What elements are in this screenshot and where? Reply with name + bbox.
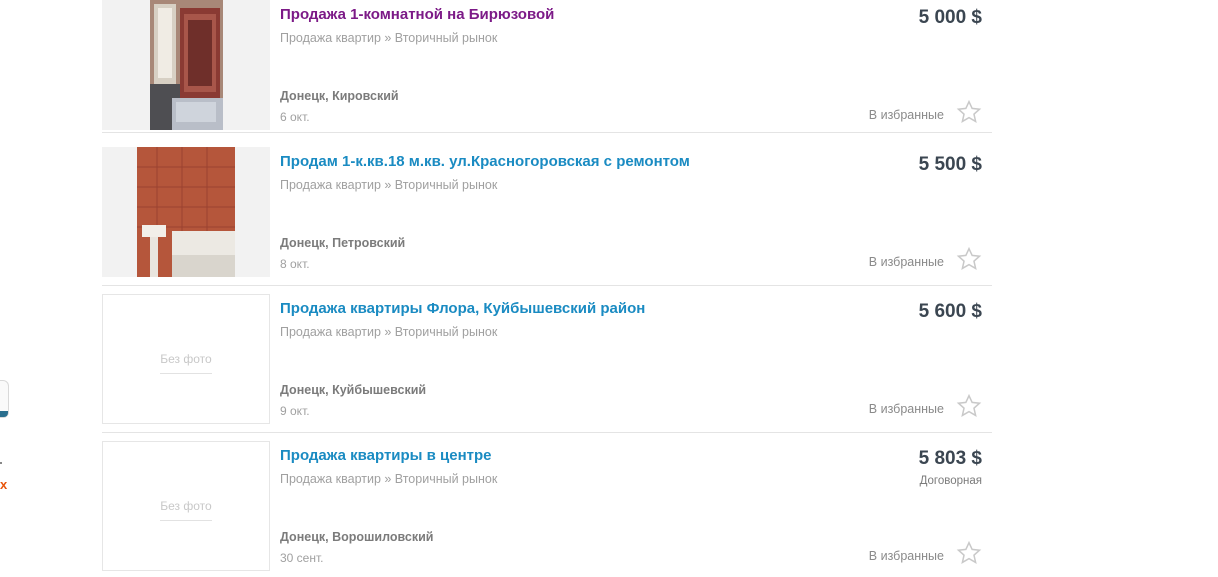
add-to-favorites-link[interactable]: В избранные: [869, 108, 944, 122]
room-photo-image: [150, 0, 223, 130]
listing-price: 5 600 $: [918, 301, 982, 322]
add-to-favorites-link[interactable]: В избранные: [869, 402, 944, 416]
listing-photo[interactable]: [102, 147, 270, 277]
listing-price: 5 000 $: [918, 7, 982, 28]
listing-location: Донецк, Ворошиловский: [280, 530, 434, 544]
listing-date: 30 сент.: [280, 551, 324, 565]
add-to-favorites-link[interactable]: В избранные: [869, 255, 944, 269]
listing-photo-placeholder[interactable]: Без фото: [102, 294, 270, 424]
bathroom-photo-image: [137, 147, 235, 277]
star-icon[interactable]: [956, 99, 982, 125]
side-dot: [0, 462, 2, 464]
listing-item: Продажа 1-комнатной на Бирюзовой Продажа…: [102, 0, 992, 133]
listing-photo[interactable]: [102, 0, 270, 130]
negotiable-label: Договорная: [919, 475, 982, 487]
listing-item: Продам 1-к.кв.18 м.кв. ул.Красногоровска…: [102, 147, 992, 286]
side-widget-fragment[interactable]: [0, 380, 9, 418]
listing-photo-placeholder[interactable]: Без фото: [102, 441, 270, 571]
no-photo-label: Без фото: [160, 352, 212, 366]
listing-date: 8 окт.: [280, 257, 310, 271]
listing-location: Донецк, Кировский: [280, 89, 399, 103]
listing-price: 5 803 $: [918, 448, 982, 469]
add-to-favorites-link[interactable]: В избранные: [869, 549, 944, 563]
listing-date: 6 окт.: [280, 110, 310, 124]
listing-category: Продажа квартир » Вторичный рынок: [280, 325, 498, 339]
listing-title-link[interactable]: Продажа квартиры в центре: [280, 447, 492, 464]
listing-category: Продажа квартир » Вторичный рынок: [280, 472, 498, 486]
listing-category: Продажа квартир » Вторичный рынок: [280, 178, 498, 192]
listing-date: 9 окт.: [280, 404, 310, 418]
no-photo-underline: [160, 373, 212, 374]
listing-item: Без фото Продажа квартиры в центре Прода…: [102, 441, 992, 577]
star-icon[interactable]: [956, 246, 982, 272]
star-icon[interactable]: [956, 540, 982, 566]
side-link-fragment[interactable]: х: [0, 477, 7, 493]
listing-item: Без фото Продажа квартиры Флора, Куйбыше…: [102, 294, 992, 433]
side-widget-bar: [0, 411, 8, 417]
listing-location: Донецк, Петровский: [280, 236, 406, 250]
star-icon[interactable]: [956, 393, 982, 419]
listing-location: Донецк, Куйбышевский: [280, 383, 427, 397]
listing-category: Продажа квартир » Вторичный рынок: [280, 31, 498, 45]
listing-price: 5 500 $: [918, 154, 982, 175]
listing-title-link[interactable]: Продажа квартиры Флора, Куйбышевский рай…: [280, 300, 645, 317]
no-photo-underline: [160, 520, 212, 521]
listing-title-link[interactable]: Продажа 1-комнатной на Бирюзовой: [280, 6, 554, 23]
listing-title-link[interactable]: Продам 1-к.кв.18 м.кв. ул.Красногоровска…: [280, 153, 690, 170]
no-photo-label: Без фото: [160, 499, 212, 513]
